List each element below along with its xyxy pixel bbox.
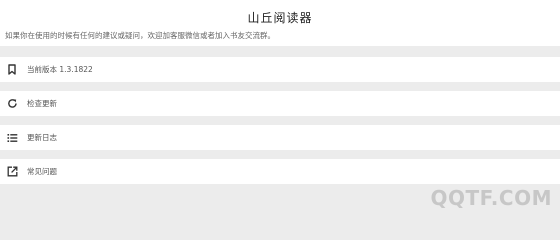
page-description: 如果你在使用的时候有任何的建议或疑问，欢迎加客服微信或者加入书友交流群。 — [5, 31, 275, 40]
refresh-icon — [5, 97, 19, 111]
menu-item-label: 常见问题 — [27, 167, 57, 176]
watermark-text: QQTF.COM — [430, 186, 552, 210]
menu-item-faq[interactable]: 常见问题 — [0, 159, 560, 184]
header: 山丘阅读器 如果你在使用的时候有任何的建议或疑问，欢迎加客服微信或者加入书友交流… — [0, 0, 560, 46]
menu-item-changelog[interactable]: 更新日志 — [0, 125, 560, 150]
bookmark-icon — [5, 63, 19, 77]
menu-item-label: 检查更新 — [27, 99, 57, 108]
menu-item-label: 当前版本 1.3.1822 — [27, 65, 93, 74]
menu-item-check-update[interactable]: 检查更新 — [0, 91, 560, 116]
list-icon — [5, 131, 19, 145]
page-title: 山丘阅读器 — [247, 11, 313, 25]
menu-item-label: 更新日志 — [27, 133, 57, 142]
external-link-icon — [5, 165, 19, 179]
menu-item-current-version[interactable]: 当前版本 1.3.1822 — [0, 57, 560, 82]
